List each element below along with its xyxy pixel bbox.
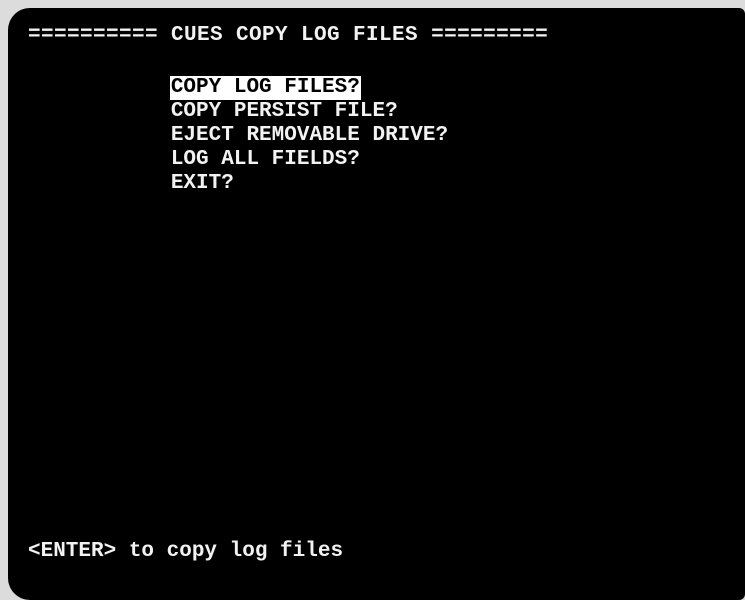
status-hint: <ENTER> to copy log files	[28, 540, 344, 563]
monitor-frame: ========== CUES COPY LOG FILES =========…	[0, 0, 745, 600]
menu-item-label: EJECT REMOVABLE DRIVE?	[170, 124, 449, 147]
menu-item-label: LOG ALL FIELDS?	[170, 148, 360, 171]
menu-item-label: COPY PERSIST FILE?	[170, 100, 398, 123]
menu-list: COPY LOG FILES? COPY PERSIST FILE? EJECT…	[68, 52, 450, 195]
menu-item-copy-log-files[interactable]: COPY LOG FILES?	[68, 52, 450, 100]
menu-item-label: COPY LOG FILES?	[169, 76, 361, 100]
terminal-screen: ========== CUES COPY LOG FILES =========…	[8, 8, 745, 600]
screen-title: ========== CUES COPY LOG FILES =========	[28, 24, 549, 47]
menu-item-label: EXIT?	[170, 172, 234, 195]
